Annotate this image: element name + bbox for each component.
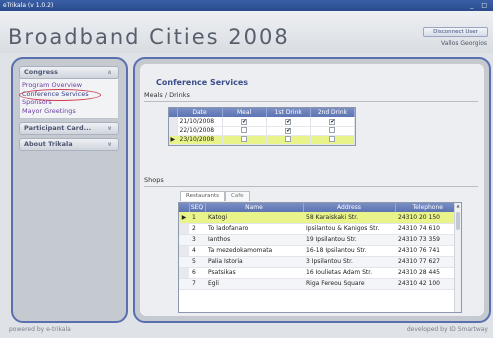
meals-grid: Date Meal 1st Drink 2nd Drink 21/10/2008…: [168, 107, 356, 146]
sidebar-section-about-trikala: About Trikala ∨: [19, 138, 119, 151]
column-header-2nd-drink[interactable]: 2nd Drink: [310, 108, 356, 117]
table-row[interactable]: 5 Palia Istoria 3 Ipsilantou Str. 24310 …: [179, 256, 461, 268]
footer-developer: developed by ID Smartway: [406, 326, 488, 333]
expand-chevron-icon[interactable]: ∨: [107, 123, 112, 134]
shops-group-label: Shops: [144, 176, 164, 184]
sidebar-item-sponsors[interactable]: Sponsors: [22, 98, 118, 107]
scrollbar-thumb[interactable]: [456, 212, 460, 230]
table-row[interactable]: 2 To ladofanaro Ipsilantou & Kanigos Str…: [179, 223, 461, 235]
divider: [144, 101, 478, 102]
sidebar-section-participant-card: Participant Card... ∨: [19, 122, 119, 135]
meal-checkbox[interactable]: [241, 135, 248, 142]
table-row[interactable]: 21/10/2008 ✔ ✔ ✔: [169, 117, 356, 127]
shops-tabs: Restaurants Cafe: [180, 191, 250, 201]
vertical-scrollbar[interactable]: ▲: [454, 203, 461, 312]
column-header-telephone[interactable]: Telephone: [395, 203, 461, 212]
table-row[interactable]: 22/10/2008 ✔: [169, 126, 356, 136]
divider: [144, 186, 478, 187]
sidebar-header-participant-card[interactable]: Participant Card... ∨: [19, 122, 119, 135]
window-titlebar: eTrikala (v 1.0.2) _ □: [0, 0, 493, 11]
meal-checkbox[interactable]: [241, 126, 248, 133]
tab-restaurants[interactable]: Restaurants: [180, 191, 225, 201]
table-header-row: Date Meal 1st Drink 2nd Drink: [169, 108, 356, 117]
table-row-selected[interactable]: ▶ 23/10/2008: [169, 135, 356, 145]
drink1-checkbox[interactable]: [285, 135, 292, 142]
app-header: Broadband Cities 2008 Disconnect User Va…: [0, 11, 493, 53]
collapse-chevron-icon[interactable]: ∧: [107, 67, 112, 78]
table-header-row: SEQ Name Address Telephone: [179, 203, 461, 212]
drink2-checkbox[interactable]: [329, 135, 336, 142]
column-header-date[interactable]: Date: [177, 108, 223, 117]
footer-powered-by: powered by e-trikala: [9, 326, 71, 333]
sidebar-section-congress: Congress ∧ Program Overview Conference S…: [19, 66, 119, 119]
drink2-checkbox[interactable]: ✔: [329, 118, 336, 125]
row-pointer-icon: ▶: [169, 135, 178, 145]
main-content: Conference Services Meals / Drinks Date …: [133, 57, 491, 323]
window-title: eTrikala (v 1.0.2): [3, 2, 54, 9]
meal-checkbox[interactable]: ✔: [241, 118, 248, 125]
column-header-name[interactable]: Name: [205, 203, 304, 212]
app-brand-title: Broadband Cities 2008: [8, 25, 290, 49]
column-header-address[interactable]: Address: [303, 203, 396, 212]
sidebar-item-mayor-greetings[interactable]: Mayor Greetings: [22, 107, 118, 116]
row-pointer-icon: ▶: [179, 212, 189, 224]
page-title: Conference Services: [156, 78, 249, 87]
sidebar: Congress ∧ Program Overview Conference S…: [11, 57, 128, 323]
table-row[interactable]: 7 Egli Riga Fereou Square 24310 42 100: [179, 278, 461, 290]
window-controls[interactable]: _ □: [470, 0, 490, 11]
expand-chevron-icon[interactable]: ∨: [107, 139, 112, 150]
column-header-meal[interactable]: Meal: [222, 108, 267, 117]
current-username: Vallos Georgios: [441, 40, 487, 47]
sidebar-header-congress[interactable]: Congress ∧: [19, 66, 119, 79]
column-header-1st-drink[interactable]: 1st Drink: [266, 108, 311, 117]
drink2-checkbox[interactable]: [329, 126, 336, 133]
tab-cafe[interactable]: Cafe: [224, 191, 250, 201]
disconnect-user-button[interactable]: Disconnect User: [423, 27, 488, 37]
shops-grid: SEQ Name Address Telephone ▶ 1 Katogi 58…: [178, 202, 462, 313]
scroll-up-icon[interactable]: ▲: [455, 203, 461, 210]
table-row[interactable]: 4 Ta mezedokamomata 16-18 Ipsilantou Str…: [179, 245, 461, 257]
table-row[interactable]: 3 Ianthos 19 Ipsilantou Str. 24310 73 35…: [179, 234, 461, 246]
meals-group-label: Meals / Drinks: [144, 91, 190, 99]
table-row-selected[interactable]: ▶ 1 Katogi 58 Karaiskaki Str. 24310 20 1…: [179, 212, 461, 224]
table-row[interactable]: 6 Psatsikas 16 Ioulietas Adam Str. 24310…: [179, 267, 461, 279]
drink1-checkbox[interactable]: ✔: [285, 118, 292, 125]
column-header-seq[interactable]: SEQ: [189, 203, 206, 212]
conference-services-panel: Conference Services Meals / Drinks Date …: [140, 64, 484, 316]
drink1-checkbox[interactable]: ✔: [285, 128, 292, 134]
sidebar-item-conference-services[interactable]: Conference Services: [19, 88, 118, 100]
sidebar-header-about-trikala[interactable]: About Trikala ∨: [19, 138, 119, 151]
